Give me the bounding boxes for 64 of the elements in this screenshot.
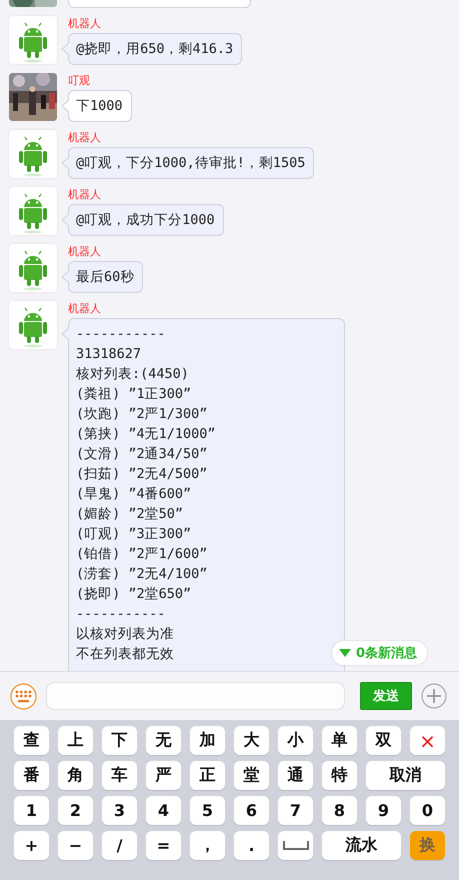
keyboard-key[interactable]: + <box>14 831 49 860</box>
keyboard-key[interactable]: = <box>146 831 181 860</box>
message-text: ----------- <box>76 325 166 344</box>
sender-name: 叮观 <box>68 75 90 87</box>
keyboard-key[interactable]: 8 <box>322 796 357 825</box>
keyboard-key[interactable]: 7 <box>278 796 313 825</box>
message-text: 下1000 <box>76 97 123 116</box>
message-text: ----------- <box>76 605 166 624</box>
keyboard-key[interactable]: 取消 <box>366 761 445 790</box>
keyboard-key[interactable]: 特 <box>322 761 357 790</box>
message-text: (扫茹) ”2无4/500” <box>76 465 208 484</box>
message-text: 以核对列表为准 <box>76 625 175 644</box>
keyboard-key[interactable]: / <box>102 831 137 860</box>
keyboard-key[interactable]: . <box>234 831 269 860</box>
keyboard-key[interactable]: 大 <box>234 726 269 755</box>
keyboard-key[interactable]: 严 <box>146 761 181 790</box>
keyboard-key[interactable]: 双 <box>366 726 401 755</box>
sender-name: 机器人 <box>68 132 101 144</box>
message-text: (铂借) ”2严1/600” <box>76 545 208 564</box>
message-text: (粪祖) ”1正300” <box>76 385 192 404</box>
keyboard-key[interactable]: 3 <box>102 796 137 825</box>
message-text: @挠即，用650，剩416.3 <box>76 40 234 59</box>
keyboard-key[interactable]: 无 <box>146 726 181 755</box>
sender-name: 机器人 <box>68 246 101 258</box>
keyboard-key[interactable]: 堂 <box>234 761 269 790</box>
keyboard-key[interactable]: 1 <box>14 796 49 825</box>
keyboard-key[interactable]: 小 <box>278 726 313 755</box>
keyboard-key[interactable]: 正 <box>190 761 225 790</box>
sender-name: 机器人 <box>68 18 101 30</box>
keyboard-key[interactable]: 0 <box>410 796 445 825</box>
sender-name: 机器人 <box>68 303 101 315</box>
message-text: (坎跑) ”2严1/300” <box>76 405 208 424</box>
message-text: @叮观，成功下分1000 <box>76 211 215 230</box>
keyboard-key[interactable]: ， <box>190 831 225 860</box>
keyboard-key[interactable]: 车 <box>102 761 137 790</box>
message-text: (涝套) ”2无4/100” <box>76 565 208 584</box>
keyboard-key[interactable]: 6 <box>234 796 269 825</box>
keyboard-key[interactable]: − <box>58 831 93 860</box>
keyboard-key[interactable]: 2 <box>58 796 93 825</box>
keyboard-key[interactable]: 番 <box>14 761 49 790</box>
keyboard-key[interactable]: 角 <box>58 761 93 790</box>
keyboard-key[interactable]: 下 <box>102 726 137 755</box>
keyboard-key[interactable]: 单 <box>322 726 357 755</box>
keyboard-key[interactable]: 流水 <box>322 831 401 860</box>
message-text: (叮观) ”3正300” <box>76 525 192 544</box>
message-text: (旱鬼) ”4番600” <box>76 485 192 504</box>
message-text: 核对列表:(4450) <box>76 365 190 384</box>
delete-key[interactable]: × <box>410 726 445 755</box>
keyboard-key[interactable]: 4 <box>146 796 181 825</box>
keyboard-key[interactable]: 加 <box>190 726 225 755</box>
message-text: 不在列表都无效 <box>76 645 175 664</box>
message-text: (挠即) ”2堂650” <box>76 585 192 604</box>
keyboard-key[interactable]: 5 <box>190 796 225 825</box>
message-text: 31318627 <box>76 345 142 364</box>
message-text: 最后60秒 <box>76 268 134 287</box>
message-text: (文滑) ”2通34/50” <box>76 445 208 464</box>
keyboard-key[interactable]: 上 <box>58 726 93 755</box>
keyboard-key[interactable]: 通 <box>278 761 313 790</box>
message-text: (媚龄) ”2堂50” <box>76 505 184 524</box>
message-text: (第挟) ”4无1/1000” <box>76 425 217 444</box>
sender-name: 机器人 <box>68 189 101 201</box>
keyboard-key[interactable]: 9 <box>366 796 401 825</box>
message-text: @叮观，下分1000,待审批!，剩1505 <box>76 154 306 173</box>
keyboard-key[interactable]: 查 <box>14 726 49 755</box>
